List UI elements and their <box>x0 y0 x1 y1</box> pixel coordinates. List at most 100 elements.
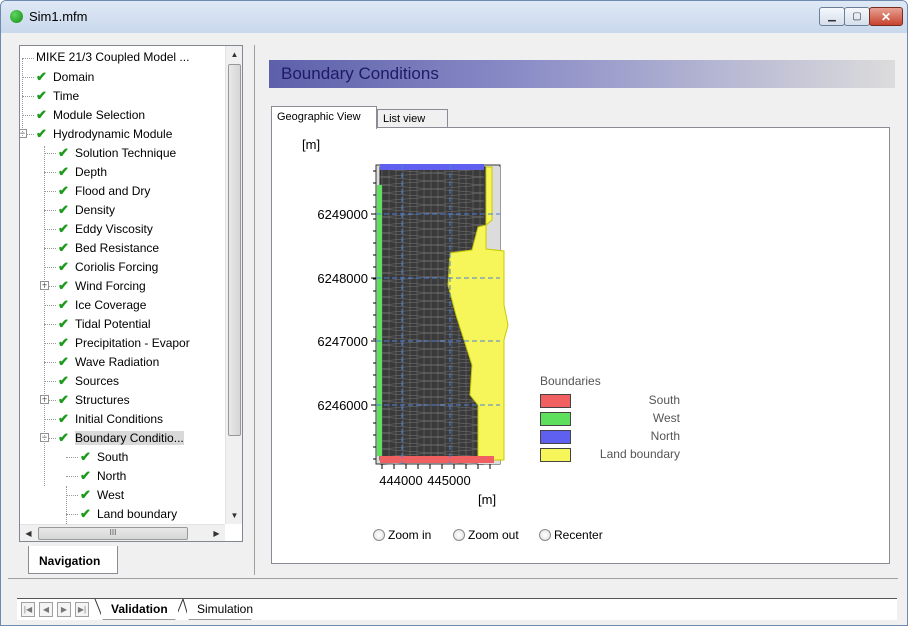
tree-item[interactable]: ✔ South <box>80 447 128 466</box>
checkmark-icon: ✔ <box>58 373 69 388</box>
geographic-view-panel: 6249000 6248000 6247000 6246000 444000 445000… <box>271 127 890 564</box>
tree-item-label: Domain <box>53 70 95 84</box>
checkmark-icon: ✔ <box>80 506 91 521</box>
checkmark-icon: ✔ <box>58 278 69 293</box>
tree-connector <box>44 305 56 306</box>
zoom-out-label: Zoom out <box>468 528 519 542</box>
tree-item[interactable]: ✔ Module Selection <box>36 105 145 124</box>
checkmark-icon: ✔ <box>58 411 69 426</box>
checkmark-icon: ✔ <box>58 202 69 217</box>
tree-item-label: Boundary Conditio... <box>75 431 184 445</box>
prev-sheet-icon[interactable]: ◀ <box>39 602 53 617</box>
tree-item[interactable]: ✔ Precipitation - Evapor <box>58 333 190 352</box>
tree-item[interactable]: ✔ Boundary Conditio... <box>58 428 184 447</box>
zoom-out-radio[interactable]: Zoom out <box>453 528 519 542</box>
legend-label: Land boundary <box>599 447 680 461</box>
checkmark-icon: ✔ <box>58 430 69 445</box>
tree-item[interactable]: ✔ Flood and Dry <box>58 181 150 200</box>
tree-item-label: South <box>97 450 129 464</box>
tree-item[interactable]: MIKE 21/3 Coupled Model ... <box>36 48 189 67</box>
navigation-tree: MIKE 21/3 Coupled Model ... ✔ Domain ✔ Time ✔… <box>20 46 225 524</box>
close-button[interactable]: ✕ <box>869 7 903 26</box>
scroll-left-icon[interactable]: ◀ <box>20 525 37 542</box>
sheet-tab-simulation[interactable]: Simulation <box>187 599 264 619</box>
tab-navigation[interactable]: Navigation <box>28 546 118 574</box>
page-title: Boundary Conditions <box>269 60 895 88</box>
zoom-in-radio[interactable]: Zoom in <box>373 528 431 542</box>
scroll-thumb[interactable] <box>228 64 241 436</box>
tree-item[interactable]: ✔ Coriolis Forcing <box>58 257 158 276</box>
tree-connector <box>44 362 56 363</box>
checkmark-icon: ✔ <box>58 221 69 236</box>
checkmark-icon: ✔ <box>36 126 47 141</box>
tree-item[interactable]: ✔ Ice Coverage <box>58 295 146 314</box>
tree-item[interactable]: ✔ Solution Technique <box>58 143 176 162</box>
tab-list-view[interactable]: List view <box>377 109 448 128</box>
legend-swatch <box>540 394 571 408</box>
tree-item[interactable]: ✔ Structures <box>58 390 130 409</box>
tree-item[interactable]: ✔ North <box>80 466 126 485</box>
y-axis-unit: [m] <box>302 137 320 152</box>
scroll-down-icon[interactable]: ▼ <box>226 507 243 524</box>
tree-vertical-scrollbar[interactable]: ▲ ▼ <box>225 46 242 524</box>
tree-item[interactable]: ✔ Sources <box>58 371 119 390</box>
radio-circle-icon <box>373 529 385 541</box>
sheet-tab-validation[interactable]: Validation <box>101 599 178 619</box>
tree-item-label: Bed Resistance <box>75 241 160 255</box>
tree-item[interactable]: ✔ Tidal Potential <box>58 314 151 333</box>
tree-item-label: Coriolis Forcing <box>75 260 159 274</box>
tree-item-label: Land boundary <box>97 507 178 521</box>
tree-connector <box>44 210 56 211</box>
next-sheet-icon[interactable]: ▶ <box>57 602 71 617</box>
recenter-radio[interactable]: Recenter <box>539 528 603 542</box>
tree-item[interactable]: ✔ Eddy Viscosity <box>58 219 153 238</box>
tab-geographic-view[interactable]: Geographic View <box>271 106 377 129</box>
tree-item[interactable]: ✔ Time <box>36 86 79 105</box>
tree-item-label: Density <box>75 203 116 217</box>
tree-item-label: Wind Forcing <box>75 279 146 293</box>
last-sheet-icon[interactable]: ▶| <box>75 602 89 617</box>
tree-connector <box>44 172 56 173</box>
tree-item-label: Module Selection <box>53 108 146 122</box>
scroll-right-icon[interactable]: ▶ <box>208 525 225 542</box>
tree-connector <box>44 343 56 344</box>
tree-item[interactable]: ✔ Depth <box>58 162 107 181</box>
checkmark-icon: ✔ <box>58 183 69 198</box>
title-bar[interactable]: Sim1.mfm ▁ ▢ ✕ <box>1 1 907 33</box>
tree-item[interactable]: ✔ West <box>80 485 124 504</box>
first-sheet-icon[interactable]: |◀ <box>21 602 35 617</box>
panel-splitter[interactable] <box>254 45 255 575</box>
tree-connector <box>22 58 34 59</box>
tree-connector <box>44 153 56 154</box>
tree-horizontal-scrollbar[interactable]: ◀ III ▶ <box>20 524 225 541</box>
tree-item-label: Ice Coverage <box>75 298 147 312</box>
tree-connector <box>44 267 56 268</box>
tree-item[interactable]: ✔ Land boundary <box>80 504 177 523</box>
tree-item[interactable]: ✔ Wave Radiation <box>58 352 159 371</box>
tree-item[interactable]: ✔ Density <box>58 200 115 219</box>
tree-connector <box>44 419 56 420</box>
tree-item[interactable]: ✔ Hydrodynamic Module <box>36 124 172 143</box>
radio-circle-icon <box>453 529 465 541</box>
legend-label: West <box>652 411 680 425</box>
checkmark-icon: ✔ <box>80 487 91 502</box>
app-icon <box>10 10 23 23</box>
tree-connector <box>66 495 78 496</box>
mesh-map[interactable]: 6249000 6248000 6247000 6246000 444000 445000… <box>272 128 891 565</box>
recenter-label: Recenter <box>554 528 603 542</box>
tree-item[interactable]: ✔ Initial Conditions <box>58 409 163 428</box>
tree-item-label: Solution Technique <box>75 146 177 160</box>
checkmark-icon: ✔ <box>80 468 91 483</box>
minimize-button[interactable]: ▁ <box>819 7 845 26</box>
tree-item[interactable]: ✔ Domain <box>36 67 94 86</box>
scroll-up-icon[interactable]: ▲ <box>226 46 243 63</box>
legend-title: Boundaries <box>540 374 601 388</box>
checkmark-icon: ✔ <box>58 316 69 331</box>
tree-item[interactable]: ✔ Bed Resistance <box>58 238 159 257</box>
tree-connector <box>66 514 78 515</box>
maximize-button[interactable]: ▢ <box>844 7 870 26</box>
hscroll-thumb[interactable]: III <box>38 527 188 540</box>
tree-item[interactable]: ✔ Wind Forcing <box>58 276 146 295</box>
legend-swatch <box>540 430 571 444</box>
checkmark-icon: ✔ <box>58 335 69 350</box>
